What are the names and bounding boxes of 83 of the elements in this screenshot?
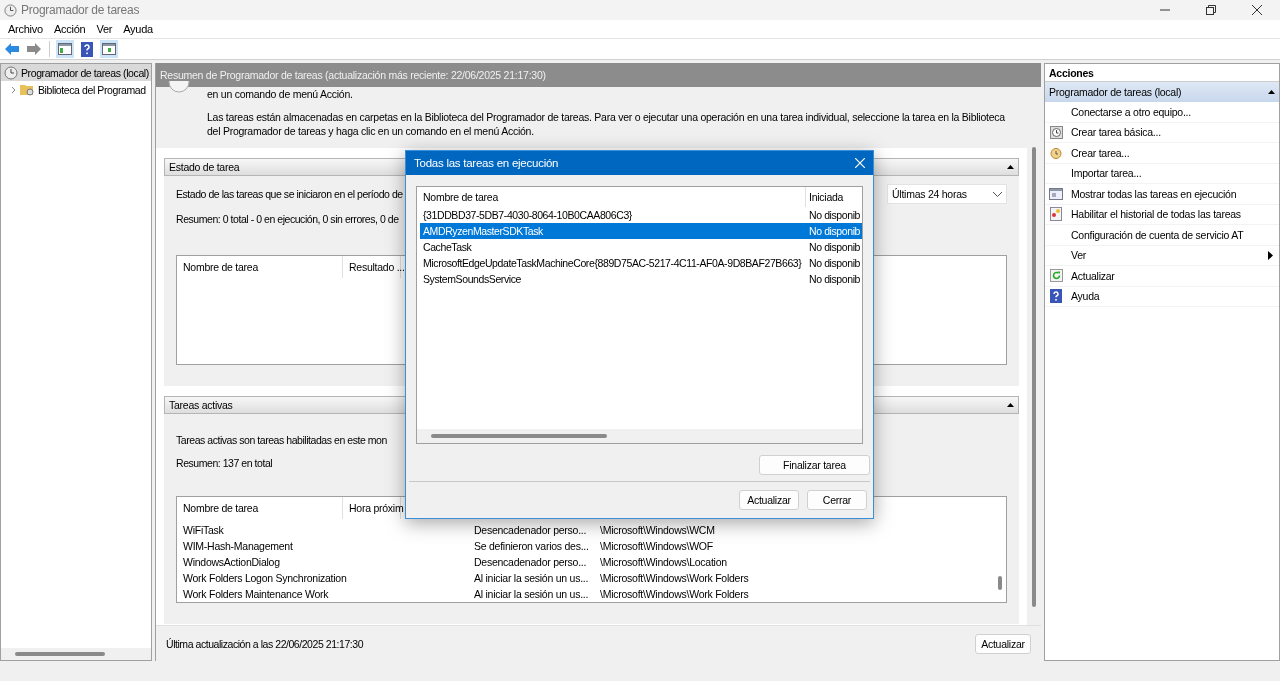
action-item[interactable]: Crear tarea...	[1045, 143, 1279, 164]
table-cell-text: \Microsoft\Windows\Work Folders	[599, 572, 750, 584]
help-button[interactable]	[78, 40, 96, 58]
submenu-arrow-icon	[1268, 250, 1273, 260]
column-header[interactable]: Iniciada	[806, 187, 862, 207]
table-row[interactable]: WiFiTask Desencadenador perso... \Microsoft\Windows\WCM	[177, 522, 994, 538]
collapse-caret-icon[interactable]	[1007, 165, 1014, 169]
window-list-icon	[1049, 187, 1063, 200]
refresh-button[interactable]: Actualizar	[739, 490, 799, 510]
chevron-down-icon	[993, 191, 1002, 197]
tree-item[interactable]: Biblioteca del Programad	[1, 81, 151, 98]
action-item[interactable]: Crear tarea básica...	[1045, 122, 1279, 143]
action-pane-button[interactable]	[100, 40, 118, 58]
list-row[interactable]: MicrosoftEdgeUpdateTaskMachineCore{889D75AC-5217-4C11-AF0A-9D8BAF27B663} No disponib	[420, 255, 862, 271]
scrollbar-thumb[interactable]	[1032, 147, 1036, 607]
description-text: Estado de las tareas que se iniciaron en el período de	[176, 188, 403, 200]
table-cell-text: Se definieron varios des...	[473, 540, 590, 552]
column-header[interactable]: Hora próxim	[343, 497, 401, 519]
intro-text: Las tareas están almacenadas en carpetas en la Biblioteca del Programador de tareas. Para ver o ejecutar una operación en una tarea individual, seleccione la tarea en la Biblioteca del Programador de tareas y haga clic en un comando en el menú Acción.	[207, 110, 1006, 138]
tree-item[interactable]: Programador de tareas (local)	[1, 64, 151, 81]
table-row[interactable]: Work Folders Logon Synchronization Al iniciar la sesión un us... \Microsoft\Windows\Work Folders	[177, 570, 994, 586]
action-item[interactable]: Importar tarea...	[1045, 163, 1279, 184]
summary-header: Resumen de Programador de tareas (actualización más reciente: 22/06/2025 21:17:30)	[156, 63, 1041, 87]
forward-button[interactable]	[25, 40, 43, 58]
scrollbar-thumb[interactable]	[431, 434, 607, 438]
table-cell-text: WiFiTask	[182, 524, 225, 536]
menu-item[interactable]: Acción	[49, 23, 93, 35]
list-row[interactable]: AMDRyzenMasterSDKTask No disponib	[420, 223, 862, 239]
end-task-button[interactable]: Finalizar tarea	[759, 455, 870, 475]
table-cell-text: Al iniciar la sesión un us...	[473, 588, 590, 600]
table-row[interactable]: WindowsActionDialog Desencadenador perso... \Microsoft\Windows\Location	[177, 554, 994, 570]
period-dropdown[interactable]: Últimas 24 horas	[887, 184, 1007, 204]
table-cell-text: WindowsActionDialog	[182, 556, 281, 568]
table-cell-text: Desencadenador perso...	[473, 524, 588, 536]
menu-item[interactable]: Archivo	[4, 23, 50, 35]
action-item[interactable]: Conectarse a otro equipo...	[1045, 102, 1279, 123]
table-cell-text: Work Folders Maintenance Work	[182, 588, 330, 600]
action-item[interactable]: Habilitar el historial de todas las tareas	[1045, 204, 1279, 225]
table-cell-text: Work Folders Logon Synchronization	[182, 572, 348, 584]
restore-icon	[1206, 5, 1216, 15]
table-cell-text: \Microsoft\Windows\Work Folders	[599, 588, 750, 600]
table-cell-text: \Microsoft\Windows\Location	[599, 556, 728, 568]
dialog-title: Todas las tareas en ejecución	[414, 157, 559, 169]
summary-text: Resumen: 0 total - 0 en ejecución, 0 sin errores, 0 de	[176, 213, 399, 225]
console-tree-button[interactable]	[56, 40, 74, 58]
list-row[interactable]: SystemSoundsService No disponib	[420, 271, 862, 287]
close-icon	[1252, 5, 1262, 15]
action-item[interactable]: Mostrar todas las tareas en ejecución	[1045, 184, 1279, 205]
help-icon	[1050, 289, 1062, 304]
folder-icon	[20, 83, 35, 96]
table-cell-text: \Microsoft\Windows\WCM	[599, 524, 716, 536]
collapse-caret-icon[interactable]	[1007, 403, 1014, 407]
description-text: Tareas activas son tareas habilitadas en este mon	[176, 434, 387, 446]
menu-item[interactable]: Ayuda	[119, 23, 160, 35]
table-cell-text: Desencadenador perso...	[473, 556, 588, 568]
table-row[interactable]: WIM-Hash-Management Se definieron varios des... \Microsoft\Windows\WOF	[177, 538, 994, 554]
column-header[interactable]: Nombre de tarea	[177, 256, 343, 278]
action-item[interactable]: Ver	[1045, 245, 1279, 266]
action-item[interactable]: Actualizar	[1045, 266, 1279, 287]
close-button[interactable]: Cerrar	[807, 490, 867, 510]
menu-item[interactable]: Ver	[92, 23, 120, 35]
list-row[interactable]: CacheTask No disponib	[420, 239, 862, 255]
collapse-caret-icon[interactable]	[1268, 90, 1275, 94]
refresh-icon	[1049, 269, 1063, 283]
actions-group-header[interactable]: Programador de tareas (local)	[1045, 82, 1279, 102]
window-title: Programador de tareas	[21, 3, 140, 17]
table-cell-text: WIM-Hash-Management	[182, 540, 294, 552]
table-cell-text: \Microsoft\Windows\WOF	[599, 540, 714, 552]
table-row[interactable]: Work Folders Maintenance Work Al iniciar la sesión un us... \Microsoft\Windows\Work Folders	[177, 586, 994, 602]
table-cell-text: Al iniciar la sesión un us...	[473, 572, 590, 584]
summary-text: Resumen: 137 en total	[176, 457, 273, 469]
column-header[interactable]: Nombre de tarea	[177, 497, 343, 519]
action-item[interactable]: Ayuda	[1045, 286, 1279, 307]
scrollbar-thumb[interactable]	[998, 576, 1002, 590]
refresh-button[interactable]: Actualizar	[975, 633, 1031, 654]
close-icon[interactable]	[855, 158, 865, 168]
intro-text: en un comando de menú Acción.	[207, 87, 354, 101]
scrollbar-thumb[interactable]	[15, 652, 105, 656]
action-item[interactable]: Configuración de cuenta de servicio AT	[1045, 225, 1279, 246]
column-header[interactable]: Nombre de tarea	[420, 187, 806, 207]
expand-chevron-icon[interactable]	[11, 85, 17, 94]
status-text: Última actualización a las 22/06/2025 21:17:30	[166, 637, 364, 650]
list-row[interactable]: {31DDBD37-5DB7-4030-8064-10B0CAA806C3} No disponib	[420, 207, 862, 223]
